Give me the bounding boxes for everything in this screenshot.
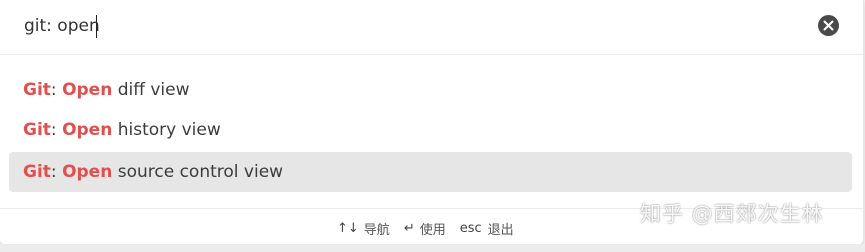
result-separator: : <box>50 120 57 140</box>
result-rest: source control view <box>112 162 284 182</box>
result-item-open-source-control-view[interactable]: Git: Open source control view <box>9 152 852 192</box>
hints-row: ↑↓ 导航 ↵ 使用 esc 退出 <box>337 219 528 238</box>
result-match: Open <box>62 80 113 100</box>
hint-use: ↵ 使用 <box>404 219 446 238</box>
search-bar <box>0 0 863 55</box>
hint-navigate: ↑↓ 导航 <box>337 219 390 238</box>
clear-search-button[interactable] <box>818 15 839 36</box>
result-match: Open <box>62 162 113 182</box>
hint-use-label: 使用 <box>419 223 446 238</box>
result-item-open-history-view[interactable]: Git: Open history view <box>9 110 852 150</box>
arrows-up-down-icon: ↑↓ <box>337 221 359 236</box>
result-item-open-diff-view[interactable]: Git: Open diff view <box>9 70 852 110</box>
result-separator: : <box>50 80 57 100</box>
search-input[interactable] <box>12 9 804 43</box>
result-rest: diff view <box>112 80 190 100</box>
hint-exit: esc 退出 <box>460 219 514 238</box>
result-prefix: Git <box>23 120 51 140</box>
result-prefix: Git <box>23 80 51 100</box>
background-strip <box>0 244 865 252</box>
hint-navigate-label: 导航 <box>363 223 390 238</box>
result-rest: history view <box>112 120 221 140</box>
result-separator: : <box>50 162 57 182</box>
watermark: 知乎 @西郊次生林 <box>640 202 824 226</box>
close-icon <box>823 20 834 31</box>
result-match: Open <box>62 120 113 140</box>
text-caret <box>96 15 97 38</box>
esc-key: esc <box>459 221 482 236</box>
enter-key-icon: ↵ <box>403 221 415 236</box>
hint-exit-label: 退出 <box>487 223 514 238</box>
result-prefix: Git <box>23 162 51 182</box>
